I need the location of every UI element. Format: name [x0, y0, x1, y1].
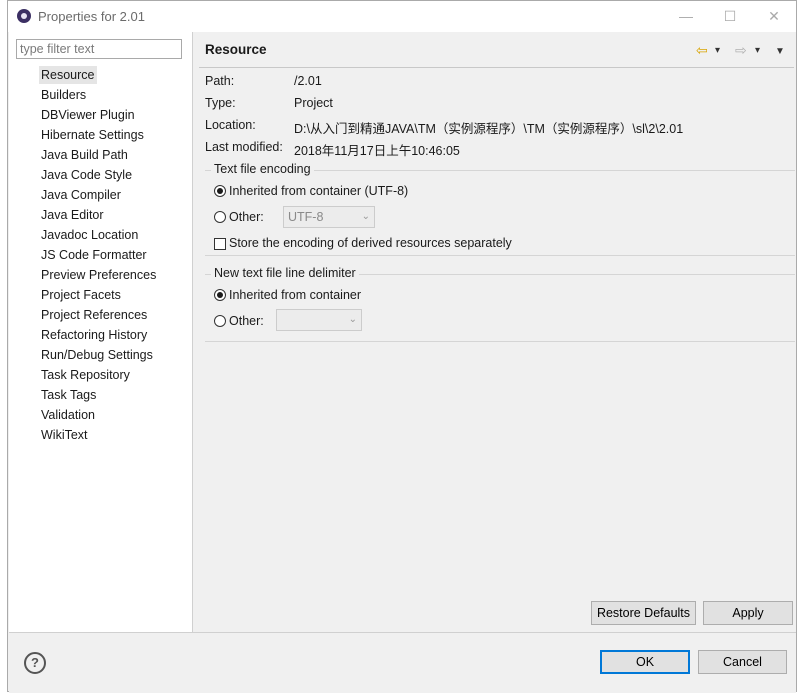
- cancel-label: Cancel: [723, 655, 762, 669]
- eclipse-icon: [17, 9, 31, 23]
- delimiter-other-radio[interactable]: [214, 315, 226, 327]
- type-value: Project: [294, 96, 333, 110]
- forward-dropdown-icon[interactable]: ▾: [755, 44, 760, 58]
- tree-item-preview-preferences[interactable]: Preview Preferences: [39, 266, 158, 284]
- cancel-button[interactable]: Cancel: [698, 650, 787, 674]
- tree-item-refactoring-history[interactable]: Refactoring History: [39, 326, 149, 344]
- tree-item-dbviewer-plugin[interactable]: DBViewer Plugin: [39, 106, 137, 124]
- page-title: Resource: [205, 42, 267, 57]
- apply-label: Apply: [732, 606, 764, 620]
- line-delimiter-group: [205, 274, 795, 342]
- tree-item-validation[interactable]: Validation: [39, 406, 97, 424]
- encoding-inherited-radio[interactable]: [214, 185, 226, 197]
- path-label: Path:: [205, 74, 235, 88]
- chevron-down-icon: ⌄: [361, 211, 370, 222]
- tree-item-task-repository[interactable]: Task Repository: [39, 366, 132, 384]
- tree-item-wikitext[interactable]: WikiText: [39, 426, 90, 444]
- tree-item-java-build-path[interactable]: Java Build Path: [39, 146, 130, 164]
- title-separator: [199, 67, 794, 68]
- ok-label: OK: [635, 655, 655, 669]
- forward-arrow-icon[interactable]: ⇨: [735, 43, 747, 57]
- delimiter-select[interactable]: ⌄: [276, 309, 362, 331]
- tree-item-task-tags[interactable]: Task Tags: [39, 386, 98, 404]
- restore-defaults-label: Restore Defaults: [596, 606, 691, 620]
- ok-button[interactable]: OK: [600, 650, 690, 674]
- help-icon[interactable]: ?: [24, 652, 46, 674]
- encoding-select[interactable]: UTF-8 ⌄: [283, 206, 375, 228]
- type-label: Type:: [205, 96, 236, 110]
- tree-item-run-debug-settings[interactable]: Run/Debug Settings: [39, 346, 155, 364]
- resource-page: Resource ⇦ ▾ ⇨ ▾ ▼ Path: /2.01 Type: Pro…: [193, 32, 796, 632]
- filter-input[interactable]: [16, 39, 182, 59]
- line-delimiter-title: New text file line delimiter: [211, 266, 359, 280]
- chevron-down-icon: ⌄: [348, 314, 357, 325]
- properties-dialog: Properties for 2.01 — ☐ ✕ Resource Builde…: [7, 0, 797, 693]
- tree-item-hibernate-settings[interactable]: Hibernate Settings: [39, 126, 146, 144]
- minimize-button[interactable]: —: [666, 5, 706, 27]
- back-arrow-icon[interactable]: ⇦: [696, 43, 708, 57]
- encoding-other-label: Other:: [229, 210, 264, 224]
- last-modified-label: Last modified:: [205, 140, 283, 154]
- window-title: Properties for 2.01: [38, 9, 145, 24]
- store-encoding-label: Store the encoding of derived resources …: [229, 236, 512, 250]
- text-encoding-title: Text file encoding: [211, 162, 314, 176]
- background-window-edge: [797, 0, 807, 698]
- tree-item-project-references[interactable]: Project References: [39, 306, 149, 324]
- delimiter-inherited-label: Inherited from container: [229, 288, 362, 302]
- store-encoding-checkbox[interactable]: [214, 238, 226, 250]
- last-modified-value: 2018年11月17日上午10:46:05: [294, 144, 460, 158]
- category-tree-pane: Resource Builders DBViewer Plugin Hibernate…: [9, 32, 193, 632]
- tree-item-java-editor[interactable]: Java Editor: [39, 206, 106, 224]
- tree-item-builders[interactable]: Builders: [39, 86, 88, 104]
- encoding-inherited-label: Inherited from container (UTF-8): [229, 184, 409, 198]
- delimiter-inherited-radio[interactable]: [214, 289, 226, 301]
- tree-item-java-compiler[interactable]: Java Compiler: [39, 186, 123, 204]
- apply-button[interactable]: Apply: [703, 601, 793, 625]
- tree-item-resource[interactable]: Resource: [39, 66, 97, 84]
- tree-item-javadoc-location[interactable]: Javadoc Location: [39, 226, 140, 244]
- maximize-button[interactable]: ☐: [710, 5, 750, 27]
- close-button[interactable]: ✕: [754, 5, 794, 27]
- tree-item-java-code-style[interactable]: Java Code Style: [39, 166, 134, 184]
- location-label: Location:: [205, 118, 256, 132]
- title-bar: Properties for 2.01 — ☐ ✕: [8, 1, 796, 32]
- tree-item-js-code-formatter[interactable]: JS Code Formatter: [39, 246, 149, 264]
- view-menu-icon[interactable]: ▼: [775, 45, 785, 59]
- back-dropdown-icon[interactable]: ▾: [715, 44, 720, 58]
- delimiter-other-label: Other:: [229, 314, 264, 328]
- encoding-select-value: UTF-8: [288, 210, 324, 224]
- path-value: /2.01: [294, 74, 322, 88]
- dialog-button-bar: ? OK Cancel: [9, 632, 796, 693]
- tree-item-project-facets[interactable]: Project Facets: [39, 286, 123, 304]
- location-value: D:\从入门到精通JAVA\TM（实例源程序）\TM（实例源程序）\sl\2\2…: [294, 122, 684, 136]
- restore-defaults-button[interactable]: Restore Defaults: [591, 601, 696, 625]
- encoding-other-radio[interactable]: [214, 211, 226, 223]
